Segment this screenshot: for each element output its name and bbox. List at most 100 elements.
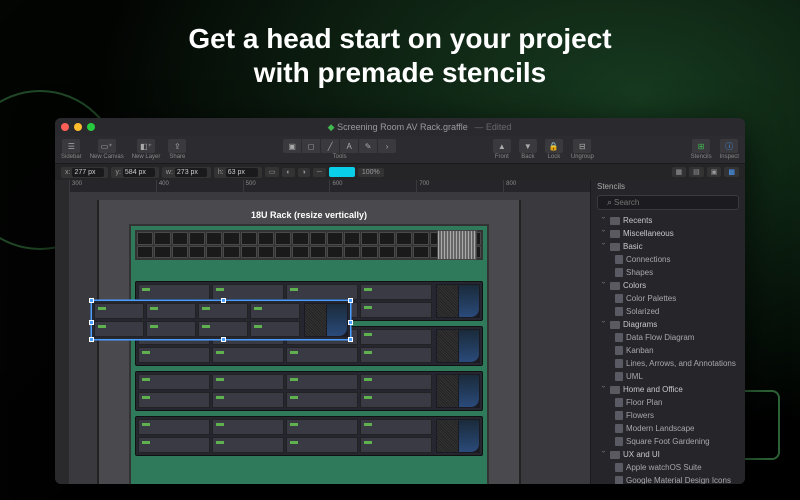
tool-seg-2[interactable]: ◐ bbox=[282, 168, 294, 177]
category-label: Basic bbox=[623, 242, 643, 251]
lock-icon: 🔒 bbox=[545, 139, 563, 153]
stencil-item[interactable]: Solarized bbox=[591, 305, 745, 318]
stencil-item[interactable]: Google Material Design Icons bbox=[591, 474, 745, 484]
h-input[interactable] bbox=[226, 168, 258, 177]
app-window: ◆ Screening Room AV Rack.graffle — Edite… bbox=[55, 118, 745, 484]
tool-seg-3[interactable]: ◑ bbox=[298, 168, 310, 177]
stencil-category[interactable]: ›Home and Office bbox=[591, 383, 745, 396]
category-label: UX and UI bbox=[623, 450, 660, 459]
selection-handle[interactable] bbox=[89, 320, 94, 325]
selection-handle[interactable] bbox=[89, 337, 94, 342]
position-x: x: bbox=[61, 167, 108, 178]
new-canvas-button[interactable]: ▭⁺ New Canvas bbox=[90, 139, 124, 160]
tool-seg-4[interactable]: ─ bbox=[313, 168, 326, 177]
document-icon bbox=[615, 398, 623, 407]
share-button[interactable]: ⇪ Share bbox=[168, 139, 186, 160]
panel-tab-3[interactable]: ▣ bbox=[707, 167, 722, 177]
ungroup-button[interactable]: ⊟ Ungroup bbox=[571, 139, 594, 160]
folder-icon bbox=[610, 451, 620, 459]
folder-icon bbox=[610, 386, 620, 394]
sidebar-toggle[interactable]: ☰ Sidebar bbox=[61, 139, 82, 160]
close-icon[interactable] bbox=[61, 123, 69, 131]
position-y: y: bbox=[111, 167, 158, 178]
minimize-icon[interactable] bbox=[74, 123, 82, 131]
patch-panel[interactable] bbox=[135, 230, 483, 260]
panel-tab-1[interactable]: ▦ bbox=[672, 167, 687, 177]
tool-seg-1[interactable]: ▭ bbox=[265, 167, 280, 177]
stencil-item-label: Apple watchOS Suite bbox=[626, 463, 702, 472]
category-label: Colors bbox=[623, 281, 646, 290]
rack-device-3[interactable] bbox=[135, 371, 483, 411]
rack-panel[interactable] bbox=[129, 224, 489, 484]
selection-handle[interactable] bbox=[348, 298, 353, 303]
tool-more[interactable]: › bbox=[378, 139, 396, 153]
stencil-item-label: Kanban bbox=[626, 346, 654, 355]
stencil-category[interactable]: ›Miscellaneous bbox=[591, 227, 745, 240]
tool-shape[interactable]: ◻ bbox=[302, 139, 320, 153]
arrange-front[interactable]: ▲ Front bbox=[493, 139, 511, 160]
rack-label: 18U Rack (resize vertically) bbox=[99, 210, 519, 220]
lock-button[interactable]: 🔒 Lock bbox=[545, 139, 563, 160]
stencil-item[interactable]: Color Palettes bbox=[591, 292, 745, 305]
document-icon bbox=[615, 411, 623, 420]
document-icon bbox=[615, 359, 623, 368]
panel-tab-4[interactable]: ▩ bbox=[724, 167, 739, 177]
selection-handle[interactable] bbox=[89, 298, 94, 303]
inspect-tab[interactable]: ⓘ Inspect bbox=[720, 139, 739, 160]
stencil-item[interactable]: Flowers bbox=[591, 409, 745, 422]
selection-handle[interactable] bbox=[348, 337, 353, 342]
toolbar: ☰ Sidebar ▭⁺ New Canvas ◧⁺ New Layer ⇪ S… bbox=[55, 136, 745, 164]
chevron-down-icon: › bbox=[600, 282, 607, 290]
rack-device-4[interactable] bbox=[135, 416, 483, 456]
stencil-item[interactable]: UML bbox=[591, 370, 745, 383]
stencil-category[interactable]: ›UX and UI bbox=[591, 448, 745, 461]
category-label: Miscellaneous bbox=[623, 229, 674, 238]
folder-icon bbox=[610, 243, 620, 251]
canvas-area[interactable]: 300 400 500 600 700 800 18U Rack (resize… bbox=[55, 180, 590, 484]
send-back-icon: ▼ bbox=[519, 139, 537, 153]
stencil-item[interactable]: Kanban bbox=[591, 344, 745, 357]
tool-text[interactable]: A bbox=[340, 139, 358, 153]
stencil-category[interactable]: › Colors bbox=[591, 279, 745, 292]
tool-pen[interactable]: ✎ bbox=[359, 139, 377, 153]
selection-handle[interactable] bbox=[348, 320, 353, 325]
document-icon bbox=[615, 333, 623, 342]
vent-panel-right[interactable] bbox=[437, 230, 477, 260]
stencils-tab[interactable]: ⊞ Stencils bbox=[691, 139, 712, 160]
stencil-category[interactable]: ›Diagrams bbox=[591, 318, 745, 331]
folder-icon bbox=[610, 217, 620, 225]
search-input[interactable] bbox=[597, 195, 739, 210]
stencil-category[interactable]: ›Recents bbox=[591, 214, 745, 227]
zoom-icon[interactable] bbox=[87, 123, 95, 131]
arrange-back[interactable]: ▼ Back bbox=[519, 139, 537, 160]
panel-tab-2[interactable]: ▤ bbox=[689, 167, 704, 177]
canvas-page[interactable]: 18U Rack (resize vertically) bbox=[99, 200, 519, 484]
stencil-category[interactable]: ›Basic bbox=[591, 240, 745, 253]
document-icon bbox=[615, 307, 623, 316]
category-label: Recents bbox=[623, 216, 652, 225]
stencil-item[interactable]: Square Foot Gardening bbox=[591, 435, 745, 448]
stencil-item[interactable]: Floor Plan bbox=[591, 396, 745, 409]
window-title: ◆ Screening Room AV Rack.graffle — Edite… bbox=[100, 122, 739, 133]
stencil-item[interactable]: Lines, Arrows, and Annotations bbox=[591, 357, 745, 370]
selected-rack-device[interactable] bbox=[91, 300, 351, 340]
document-icon bbox=[615, 463, 623, 472]
stencil-item[interactable]: Data Flow Diagram bbox=[591, 331, 745, 344]
stencil-item-label: Lines, Arrows, and Annotations bbox=[626, 359, 736, 368]
titlebar: ◆ Screening Room AV Rack.graffle — Edite… bbox=[55, 118, 745, 136]
selection-handle[interactable] bbox=[221, 337, 226, 342]
y-input[interactable] bbox=[123, 168, 155, 177]
fill-swatch[interactable] bbox=[329, 167, 355, 177]
new-layer-button[interactable]: ◧⁺ New Layer bbox=[132, 139, 161, 160]
stencil-item[interactable]: Shapes bbox=[591, 266, 745, 279]
zoom-level[interactable]: 100% bbox=[358, 168, 384, 177]
chevron-down-icon: › bbox=[600, 386, 607, 394]
stencil-item[interactable]: Modern Landscape bbox=[591, 422, 745, 435]
tool-line[interactable]: ╱ bbox=[321, 139, 339, 153]
selection-handle[interactable] bbox=[221, 298, 226, 303]
stencil-item[interactable]: Apple watchOS Suite bbox=[591, 461, 745, 474]
tool-select[interactable]: ▣ bbox=[283, 139, 301, 153]
w-input[interactable] bbox=[175, 168, 207, 177]
x-input[interactable] bbox=[72, 168, 104, 177]
stencil-item[interactable]: Connections bbox=[591, 253, 745, 266]
